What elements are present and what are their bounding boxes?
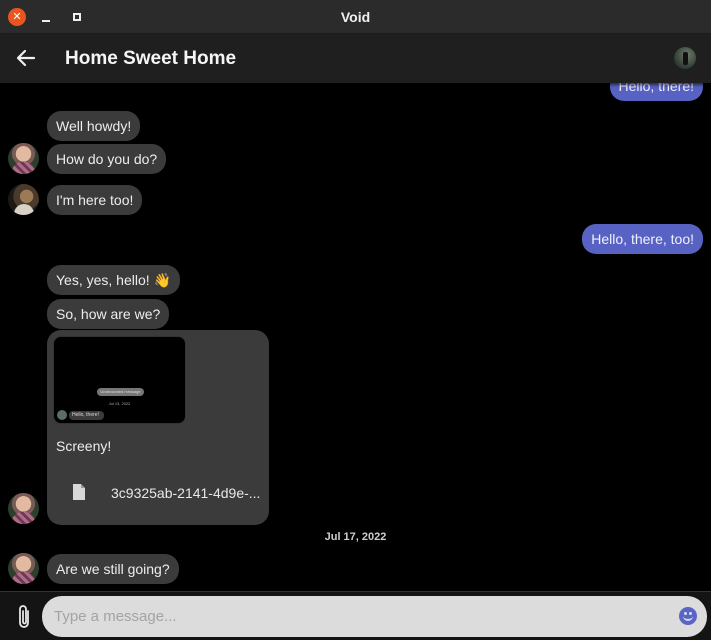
- avatar-shirt: [12, 572, 35, 584]
- message-bubble[interactable]: Hello, there!: [609, 83, 703, 101]
- thumbnail-avatar: [57, 410, 67, 420]
- message-bubble[interactable]: I'm here too!: [47, 185, 143, 215]
- file-icon[interactable]: [72, 483, 86, 501]
- message-bubble[interactable]: Yes, yes, hello! 👋: [47, 265, 180, 295]
- message-composer: [0, 591, 711, 640]
- window-titlebar: ✕ Void: [0, 0, 711, 34]
- emoji-eye: [684, 612, 687, 615]
- avatar[interactable]: [8, 493, 39, 524]
- room-header: Home Sweet Home: [0, 34, 711, 83]
- avatar-shirt: [12, 512, 35, 524]
- window-title: Void: [340, 9, 371, 25]
- date-separator: Jul 17, 2022: [324, 531, 387, 543]
- figure-icon: [683, 52, 688, 65]
- message-list[interactable]: Hello, there! Well howdy! How do you do?…: [0, 83, 711, 591]
- avatar[interactable]: [8, 184, 39, 215]
- message-bubble[interactable]: How do you do?: [47, 144, 167, 174]
- room-avatar[interactable]: [674, 47, 696, 69]
- file-name[interactable]: 3c9325ab-2141-4d9e-...: [111, 485, 260, 501]
- emoji-mouth: [683, 616, 693, 621]
- message-bubble[interactable]: Well howdy!: [47, 111, 141, 141]
- thumbnail-pill: Undecorated message: [97, 388, 144, 396]
- arrow-left-icon[interactable]: [14, 46, 38, 70]
- paperclip-icon[interactable]: [14, 603, 34, 631]
- image-attachment-message[interactable]: Undecorated message Jul 13, 2022 Hello, …: [47, 330, 269, 525]
- message-bubble[interactable]: Are we still going?: [47, 554, 179, 584]
- message-bubble[interactable]: So, how are we?: [47, 299, 170, 329]
- avatar-shirt: [14, 204, 34, 215]
- avatar[interactable]: [8, 553, 39, 584]
- emoji-icon[interactable]: [679, 607, 697, 625]
- emoji-eye: [689, 612, 692, 615]
- thumbnail-date: Jul 13, 2022: [108, 401, 131, 406]
- thumbnail-message: Hello, there!: [69, 411, 104, 420]
- room-title: Home Sweet Home: [65, 48, 237, 69]
- attachment-caption: Screeny!: [56, 438, 112, 454]
- avatar-shirt: [12, 162, 35, 174]
- avatar[interactable]: [8, 143, 39, 174]
- message-input[interactable]: [42, 596, 707, 637]
- screenshot-thumbnail[interactable]: Undecorated message Jul 13, 2022 Hello, …: [53, 336, 186, 424]
- message-bubble[interactable]: Hello, there, too!: [582, 224, 703, 254]
